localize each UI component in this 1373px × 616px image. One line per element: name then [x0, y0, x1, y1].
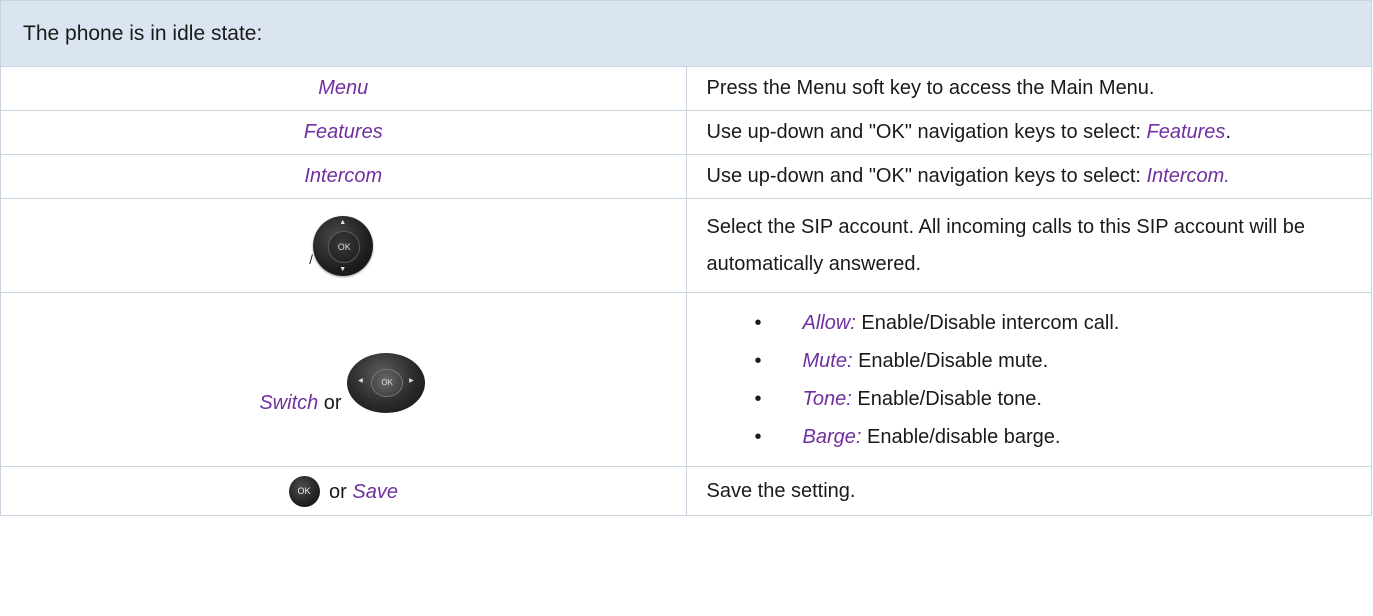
- bullet-icon: •: [754, 311, 762, 334]
- step-label-cell: OK or Save: [0, 466, 687, 516]
- features-highlight: Features: [1146, 121, 1226, 143]
- option-text: Enable/disable barge.: [861, 425, 1061, 448]
- option-list: • Allow: Enable/Disable intercom call. • M…: [707, 304, 1352, 456]
- arrow-right-icon: ▶: [409, 377, 414, 384]
- separator-slash: /: [309, 251, 313, 267]
- bullet-icon: •: [754, 425, 762, 448]
- step-description: Use up-down and "OK" navigation keys to …: [706, 121, 1147, 143]
- step-description-cell: Press the Menu soft key to access the Ma…: [685, 66, 1372, 111]
- arrow-down-icon: ▼: [339, 265, 347, 273]
- intercom-highlight: Intercom.: [1146, 165, 1230, 187]
- arrow-left-icon: ◀: [358, 377, 363, 384]
- procedure-table: The phone is in idle state: Menu Press t…: [0, 0, 1372, 516]
- table-row: ▲ OK ▼ / Select the SIP account. All inc…: [0, 198, 1372, 293]
- or-text: or: [318, 391, 342, 414]
- step-description-cell: • Allow: Enable/Disable intercom call. • M…: [685, 292, 1372, 467]
- table-row: Menu Press the Menu soft key to access t…: [0, 66, 1372, 111]
- step-description-cell: Use up-down and "OK" navigation keys to …: [685, 110, 1372, 155]
- option-text: Enable/Disable tone.: [851, 387, 1042, 410]
- option-label: Allow:: [802, 311, 856, 334]
- table-row: Intercom Use up-down and "OK" navigation…: [0, 154, 1372, 199]
- left-right-navigation-key-icon: ◀ OK ▶: [347, 352, 427, 415]
- ok-center-button: OK: [371, 368, 404, 397]
- or-text: or: [323, 480, 353, 503]
- up-down-navigation-key-icon: ▲ OK ▼ /: [309, 214, 375, 278]
- ok-center-button: OK: [328, 230, 361, 263]
- ok-key-icon: OK: [288, 475, 320, 507]
- switch-label: Switch: [259, 391, 319, 414]
- step-description-suffix: .: [1225, 121, 1231, 143]
- step-description-cell: Select the SIP account. All incoming cal…: [685, 198, 1372, 293]
- list-item: • Mute: Enable/Disable mute.: [755, 342, 1352, 380]
- step-label-cell: Menu: [0, 66, 687, 111]
- option-label: Barge:: [802, 425, 862, 448]
- bullet-icon: •: [754, 349, 762, 372]
- features-label: Features: [303, 121, 383, 143]
- menu-label: Menu: [318, 77, 369, 99]
- step-description-cell: Save the setting.: [685, 466, 1372, 516]
- option-text: Enable/Disable intercom call.: [855, 311, 1120, 334]
- intercom-label: Intercom: [304, 165, 383, 187]
- step-label-cell: Switch or ◀ OK ▶: [0, 292, 687, 467]
- step-label-cell: Features: [0, 110, 687, 155]
- list-item: • Allow: Enable/Disable intercom call.: [755, 304, 1352, 342]
- table-row: OK or Save Save the setting.: [0, 466, 1372, 516]
- table-header: The phone is in idle state:: [0, 0, 1372, 67]
- step-label-cell: Intercom: [0, 154, 687, 199]
- step-description: Select the SIP account. All incoming cal…: [706, 215, 1305, 275]
- option-label: Tone:: [802, 387, 852, 410]
- option-text: Enable/Disable mute.: [852, 349, 1049, 372]
- switch-option-group: Switch or ◀ OK ▶: [259, 352, 427, 415]
- step-label-cell: ▲ OK ▼ /: [0, 198, 687, 293]
- step-description: Use up-down and "OK" navigation keys to …: [706, 165, 1147, 187]
- list-item: • Tone: Enable/Disable tone.: [755, 380, 1352, 418]
- bullet-icon: •: [754, 387, 762, 410]
- arrow-up-icon: ▲: [339, 218, 347, 226]
- step-description-cell: Use up-down and "OK" navigation keys to …: [685, 154, 1372, 199]
- save-label: Save: [352, 480, 398, 503]
- list-item: • Barge: Enable/disable barge.: [755, 418, 1352, 456]
- option-label: Mute:: [802, 349, 853, 372]
- step-description: Save the setting.: [706, 479, 856, 502]
- table-row: Switch or ◀ OK ▶ • Allow: Enable/Disable …: [0, 292, 1372, 467]
- step-description: Press the Menu soft key to access the Ma…: [706, 77, 1155, 99]
- table-row: Features Use up-down and "OK" navigation…: [0, 110, 1372, 155]
- table-header-row: The phone is in idle state:: [0, 0, 1372, 67]
